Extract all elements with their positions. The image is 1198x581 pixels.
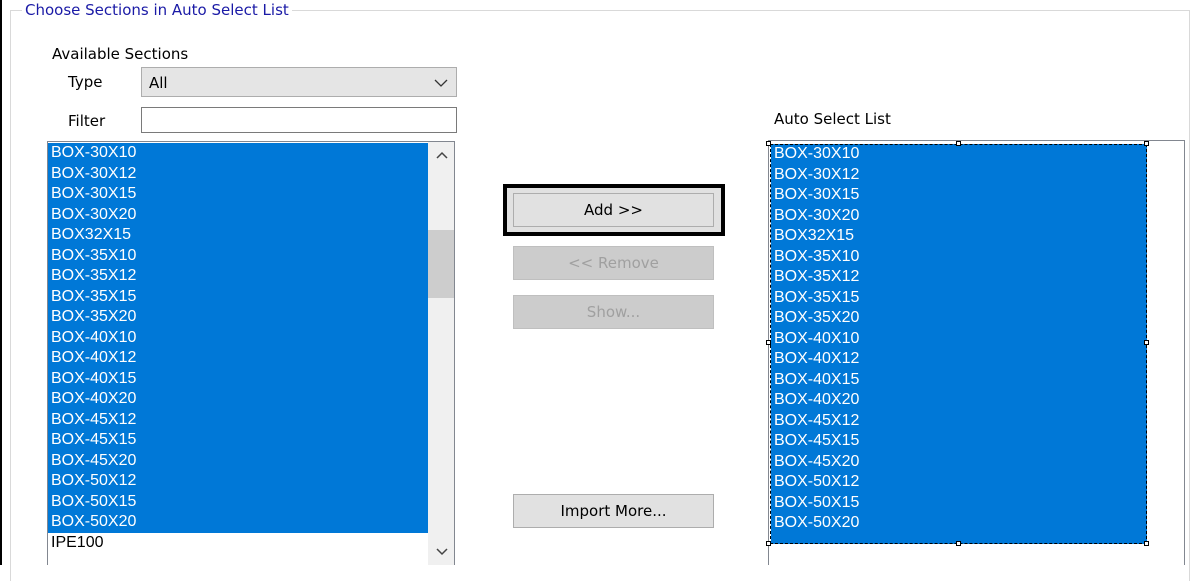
list-item[interactable]: BOX-35X15 <box>48 286 428 307</box>
resize-handle[interactable] <box>1144 141 1149 146</box>
list-item[interactable]: BOX-30X20 <box>771 205 1147 226</box>
type-label: Type <box>68 73 103 91</box>
auto-select-list-label: Auto Select List <box>774 110 891 128</box>
list-item[interactable]: BOX-50X15 <box>48 491 428 512</box>
list-item[interactable]: BOX-45X12 <box>771 410 1147 431</box>
scroll-up-icon[interactable] <box>436 150 448 160</box>
list-item[interactable]: BOX-45X20 <box>771 451 1147 472</box>
list-item[interactable]: BOX-30X12 <box>771 164 1147 185</box>
list-item[interactable]: BOX-40X20 <box>771 390 1147 411</box>
import-more-button[interactable]: Import More... <box>513 494 714 528</box>
list-item[interactable]: BOX-30X10 <box>48 143 428 164</box>
list-item[interactable]: BOX-30X15 <box>771 185 1147 206</box>
list-item[interactable]: BOX-40X12 <box>48 348 428 369</box>
show-button[interactable]: Show... <box>513 295 714 329</box>
list-item[interactable]: BOX-30X10 <box>771 144 1147 165</box>
list-item[interactable]: BOX-35X20 <box>48 307 428 328</box>
list-item[interactable]: BOX-45X12 <box>48 409 428 430</box>
list-item[interactable]: BOX-30X12 <box>48 163 428 184</box>
available-list-scrollbar[interactable] <box>428 142 454 565</box>
list-item[interactable]: BOX-45X15 <box>48 430 428 451</box>
list-item[interactable]: BOX32X15 <box>48 225 428 246</box>
type-dropdown[interactable]: All <box>141 67 457 97</box>
filter-input[interactable] <box>141 107 457 133</box>
resize-handle[interactable] <box>766 541 771 546</box>
list-item[interactable]: BOX-50X12 <box>771 472 1147 493</box>
list-item[interactable]: BOX-35X10 <box>48 245 428 266</box>
list-item[interactable]: BOX-40X15 <box>48 368 428 389</box>
available-sections-list[interactable]: BOX-30X10 BOX-30X12 BOX-30X15 BOX-30X20 BOX3… <box>47 141 455 565</box>
list-item[interactable]: BOX-50X20 <box>48 512 428 533</box>
available-sections-label: Available Sections <box>52 45 189 63</box>
list-item[interactable]: BOX-35X12 <box>48 266 428 287</box>
scroll-down-icon[interactable] <box>436 547 448 557</box>
resize-handle[interactable] <box>956 541 961 546</box>
type-dropdown-value: All <box>149 74 168 92</box>
list-item[interactable]: IPE100 <box>48 532 428 553</box>
resize-handle[interactable] <box>766 340 771 345</box>
list-item[interactable]: BOX-40X10 <box>48 327 428 348</box>
list-item[interactable]: BOX-40X20 <box>48 389 428 410</box>
auto-items-container: BOX-30X10 BOX-30X12 BOX-30X15 BOX-30X20 BOX3… <box>771 144 1147 544</box>
list-item[interactable]: BOX-35X12 <box>771 267 1147 288</box>
scrollbar-thumb[interactable] <box>428 230 454 298</box>
list-item[interactable]: BOX-50X12 <box>48 471 428 492</box>
filter-label: Filter <box>68 112 106 130</box>
list-item[interactable]: BOX-40X12 <box>771 349 1147 370</box>
list-item[interactable]: BOX-35X20 <box>771 308 1147 329</box>
resize-handle[interactable] <box>1144 340 1149 345</box>
group-title: Choose Sections in Auto Select List <box>22 2 292 16</box>
list-item[interactable]: BOX-35X15 <box>771 287 1147 308</box>
chevron-down-icon <box>434 79 448 87</box>
list-item[interactable]: BOX-45X15 <box>771 431 1147 452</box>
list-item[interactable]: BOX-30X20 <box>48 204 428 225</box>
list-item[interactable]: BOX-50X15 <box>771 492 1147 513</box>
list-item[interactable]: BOX32X15 <box>771 226 1147 247</box>
list-item[interactable]: BOX-30X15 <box>48 184 428 205</box>
add-button[interactable]: Add >> <box>513 193 714 227</box>
list-item[interactable]: BOX-50X20 <box>771 513 1147 534</box>
auto-select-list[interactable]: BOX-30X10 BOX-30X12 BOX-30X15 BOX-30X20 BOX3… <box>768 140 1185 565</box>
list-item[interactable]: BOX-45X20 <box>48 450 428 471</box>
remove-button[interactable]: << Remove <box>513 246 714 280</box>
available-items-container: BOX-30X10 BOX-30X12 BOX-30X15 BOX-30X20 BOX3… <box>48 142 428 553</box>
resize-handle[interactable] <box>1144 541 1149 546</box>
window-left-border <box>0 0 2 565</box>
list-item[interactable]: BOX-35X10 <box>771 246 1147 267</box>
list-item[interactable]: BOX-40X10 <box>771 328 1147 349</box>
resize-handle[interactable] <box>766 141 771 146</box>
resize-handle[interactable] <box>956 141 961 146</box>
list-item[interactable]: BOX-40X15 <box>771 369 1147 390</box>
